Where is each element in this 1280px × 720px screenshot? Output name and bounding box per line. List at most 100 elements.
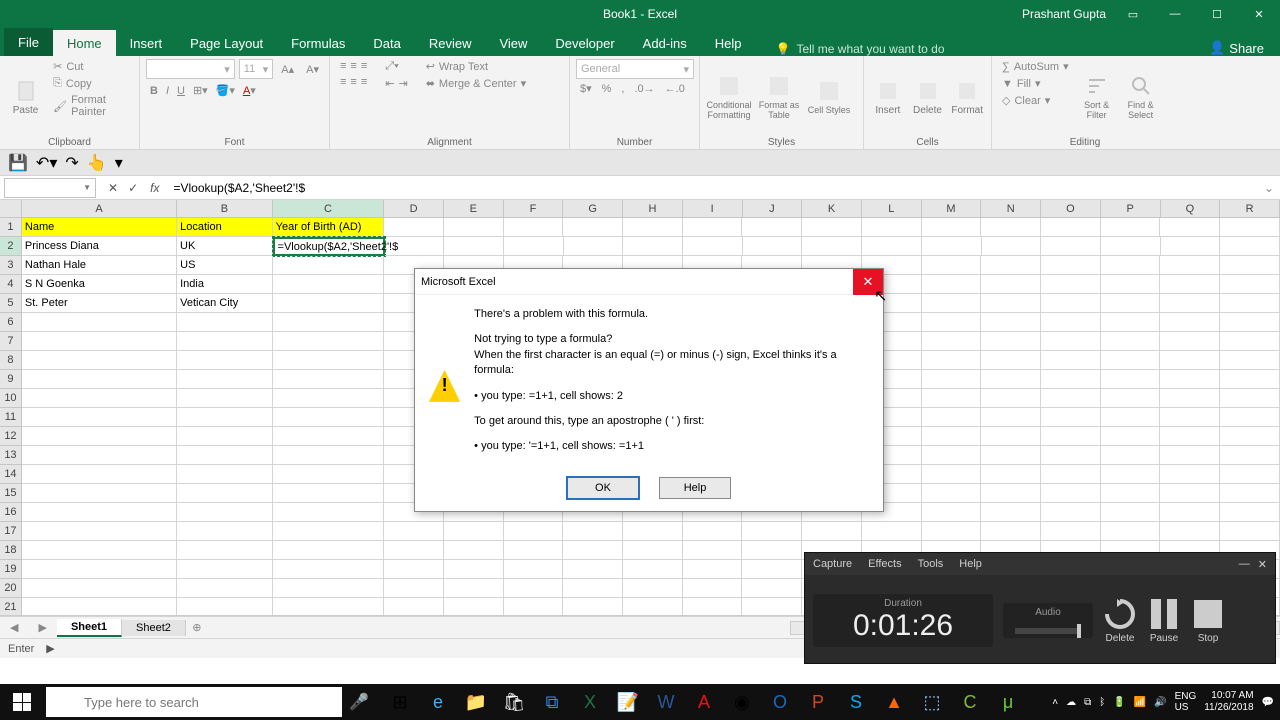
cell[interactable]: [384, 541, 444, 560]
cell[interactable]: [384, 598, 444, 616]
cell[interactable]: [683, 237, 743, 256]
cell[interactable]: [981, 522, 1041, 541]
cell[interactable]: [273, 313, 384, 332]
bluetooth-icon[interactable]: ᛒ: [1099, 697, 1105, 708]
cell[interactable]: [1041, 484, 1101, 503]
cell[interactable]: [563, 579, 623, 598]
row-header[interactable]: 10: [0, 389, 22, 408]
cell[interactable]: [683, 560, 743, 579]
edge-icon[interactable]: e: [420, 684, 456, 720]
cell[interactable]: [981, 332, 1041, 351]
cell[interactable]: [1101, 484, 1161, 503]
notepad-icon[interactable]: 📝: [610, 684, 646, 720]
cell[interactable]: [1041, 294, 1101, 313]
cell[interactable]: [1101, 446, 1161, 465]
cell[interactable]: [1160, 256, 1220, 275]
cell[interactable]: [981, 389, 1041, 408]
cell[interactable]: [922, 351, 982, 370]
outlook-icon[interactable]: O: [762, 684, 798, 720]
minimize-button[interactable]: —: [1160, 3, 1190, 25]
cell[interactable]: [504, 541, 564, 560]
cell[interactable]: [177, 541, 273, 560]
recorder-menu-capture[interactable]: Capture: [813, 558, 852, 570]
align-right-icon[interactable]: ≡: [361, 76, 367, 88]
format-as-table-button[interactable]: Format as Table: [756, 59, 802, 135]
app-icon[interactable]: ⬚: [914, 684, 950, 720]
cell[interactable]: [1101, 522, 1161, 541]
row-header[interactable]: 19: [0, 560, 22, 579]
format-cells-button[interactable]: Format: [949, 59, 985, 135]
share-button[interactable]: 👤 Share: [1193, 40, 1280, 56]
col-header[interactable]: A: [22, 200, 177, 218]
vlc-icon[interactable]: ▲: [876, 684, 912, 720]
align-center-icon[interactable]: ≡: [350, 76, 356, 88]
cell[interactable]: India: [177, 275, 273, 294]
recorder-pause-button[interactable]: Pause: [1147, 597, 1181, 644]
active-cell[interactable]: =Vlookup($A2,'Sheet2'!$: [273, 237, 385, 256]
cell[interactable]: [981, 275, 1041, 294]
find-select-button[interactable]: Find & Select: [1121, 59, 1161, 135]
cell[interactable]: [273, 389, 384, 408]
cell[interactable]: [504, 522, 564, 541]
cell[interactable]: [1220, 389, 1280, 408]
cell[interactable]: [384, 522, 444, 541]
cell[interactable]: [1161, 237, 1221, 256]
cell[interactable]: [922, 408, 982, 427]
battery-icon[interactable]: 🔋: [1113, 697, 1125, 708]
decrease-decimal-icon[interactable]: ←.0: [665, 83, 685, 95]
cell[interactable]: [444, 541, 504, 560]
cell[interactable]: [22, 560, 177, 579]
cell[interactable]: [922, 484, 982, 503]
col-header[interactable]: L: [862, 200, 922, 218]
cell[interactable]: [742, 218, 802, 237]
row-header[interactable]: 7: [0, 332, 22, 351]
cell[interactable]: St. Peter: [22, 294, 177, 313]
tab-page-layout[interactable]: Page Layout: [176, 30, 277, 56]
cell[interactable]: Year of Birth (AD): [273, 218, 384, 237]
ribbon-display-options-icon[interactable]: ▭: [1118, 3, 1148, 25]
decrease-font-icon[interactable]: A▾: [302, 59, 323, 79]
cell[interactable]: [1041, 408, 1101, 427]
cell[interactable]: [504, 237, 564, 256]
cell[interactable]: [22, 313, 177, 332]
cell[interactable]: [1160, 332, 1220, 351]
cell[interactable]: Nathan Hale: [22, 256, 177, 275]
tab-data[interactable]: Data: [359, 30, 414, 56]
cell[interactable]: [802, 522, 862, 541]
cell[interactable]: [981, 484, 1041, 503]
col-header[interactable]: J: [743, 200, 803, 218]
cell[interactable]: [1220, 503, 1280, 522]
cell[interactable]: [22, 351, 177, 370]
fill-button[interactable]: ▼Fill▾: [998, 76, 1073, 91]
camtasia-icon[interactable]: C: [952, 684, 988, 720]
cell[interactable]: [1220, 484, 1280, 503]
cell[interactable]: [1160, 522, 1220, 541]
cell[interactable]: [504, 560, 564, 579]
cell[interactable]: [1220, 427, 1280, 446]
cell[interactable]: [177, 332, 273, 351]
cell[interactable]: [22, 465, 177, 484]
recorder-delete-button[interactable]: Delete: [1103, 597, 1137, 644]
row-header[interactable]: 13: [0, 446, 22, 465]
row-header[interactable]: 21: [0, 598, 22, 616]
cell[interactable]: [1220, 370, 1280, 389]
cell[interactable]: [177, 351, 273, 370]
cell[interactable]: [1041, 446, 1101, 465]
cell[interactable]: [177, 560, 273, 579]
dropbox-icon[interactable]: ⧉: [534, 684, 570, 720]
cell[interactable]: [1041, 351, 1101, 370]
cell[interactable]: [177, 522, 273, 541]
cell[interactable]: [22, 446, 177, 465]
cell[interactable]: [384, 579, 444, 598]
cell[interactable]: [1041, 237, 1101, 256]
font-name-combo[interactable]: ▾: [146, 59, 235, 79]
cell[interactable]: [1220, 332, 1280, 351]
cell[interactable]: [22, 579, 177, 598]
number-format-combo[interactable]: General▾: [576, 59, 694, 79]
enter-formula-icon[interactable]: ✓: [128, 181, 138, 195]
row-header[interactable]: 2: [0, 237, 22, 256]
cell[interactable]: [1101, 313, 1161, 332]
recorder-menu-help[interactable]: Help: [959, 558, 982, 570]
cell-styles-button[interactable]: Cell Styles: [806, 59, 852, 135]
cell[interactable]: [22, 408, 177, 427]
